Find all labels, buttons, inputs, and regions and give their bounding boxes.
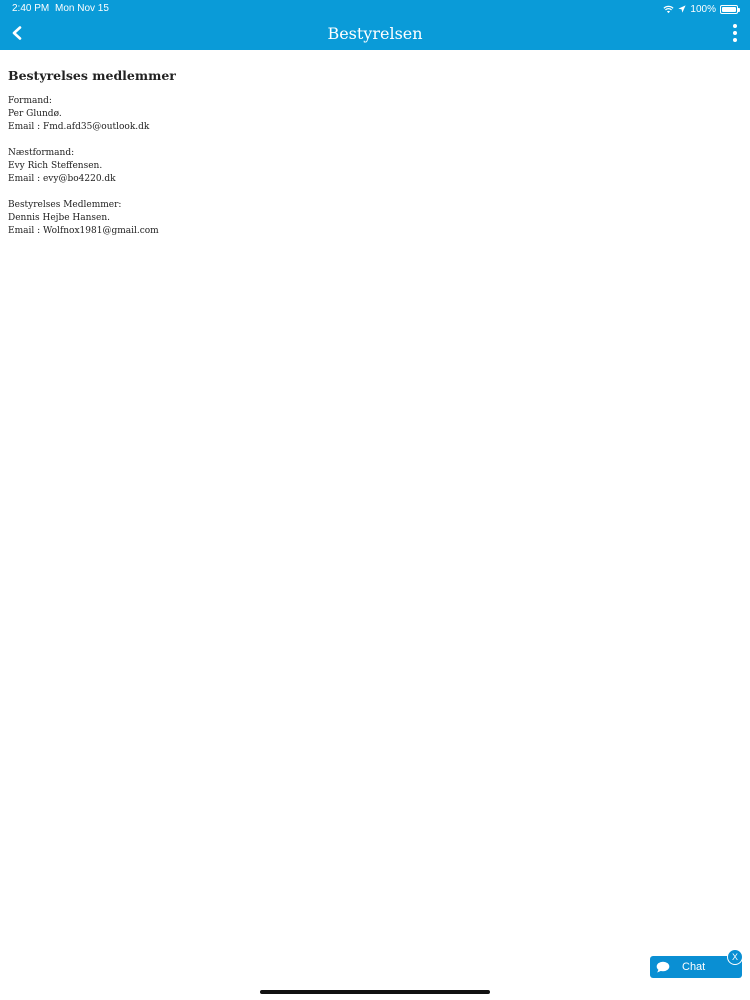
chat-bubble-icon — [656, 961, 670, 973]
top-bar: 2:40 PM Mon Nov 15 100% Bestyrelsen — [0, 0, 750, 50]
member-name: Dennis Hejbe Hansen. — [8, 213, 111, 223]
home-indicator — [260, 990, 490, 994]
status-date: Mon Nov 15 — [55, 3, 109, 14]
member-email: Email : Wolfnox1981@gmail.com — [8, 226, 159, 236]
battery-icon — [720, 4, 740, 14]
chat-label: Chat — [682, 961, 706, 973]
section-heading: Bestyrelses medlemmer — [8, 68, 176, 83]
overflow-menu-button[interactable] — [728, 24, 742, 42]
member-block-medlemmer: Bestyrelses Medlemmer: Dennis Hejbe Hans… — [8, 199, 708, 238]
battery-percent: 100% — [690, 3, 716, 15]
status-indicators: 100% — [663, 2, 740, 16]
member-role: Formand: — [8, 96, 52, 106]
location-arrow-icon — [678, 5, 687, 13]
member-name: Evy Rich Steffensen. — [8, 161, 103, 171]
board-members-content: Bestyrelses medlemmer Formand: Per Glund… — [8, 68, 708, 251]
chat-close-button[interactable]: X — [727, 949, 743, 965]
member-email: Email : evy@bo4220.dk — [8, 174, 116, 184]
member-block-naestformand: Næstformand: Evy Rich Steffensen. Email … — [8, 147, 708, 186]
page-title: Bestyrelsen — [327, 24, 423, 43]
member-email: Email : Fmd.afd35@outlook.dk — [8, 122, 150, 132]
battery-level — [722, 6, 736, 12]
member-role: Bestyrelses Medlemmer: — [8, 200, 122, 210]
status-time: 2:40 PM — [12, 3, 50, 14]
more-vertical-icon — [733, 24, 737, 28]
member-name: Per Glundø. — [8, 109, 62, 119]
wifi-icon — [663, 5, 674, 13]
member-role: Næstformand: — [8, 148, 75, 158]
member-block-formand: Formand: Per Glundø. Email : Fmd.afd35@o… — [8, 95, 708, 134]
